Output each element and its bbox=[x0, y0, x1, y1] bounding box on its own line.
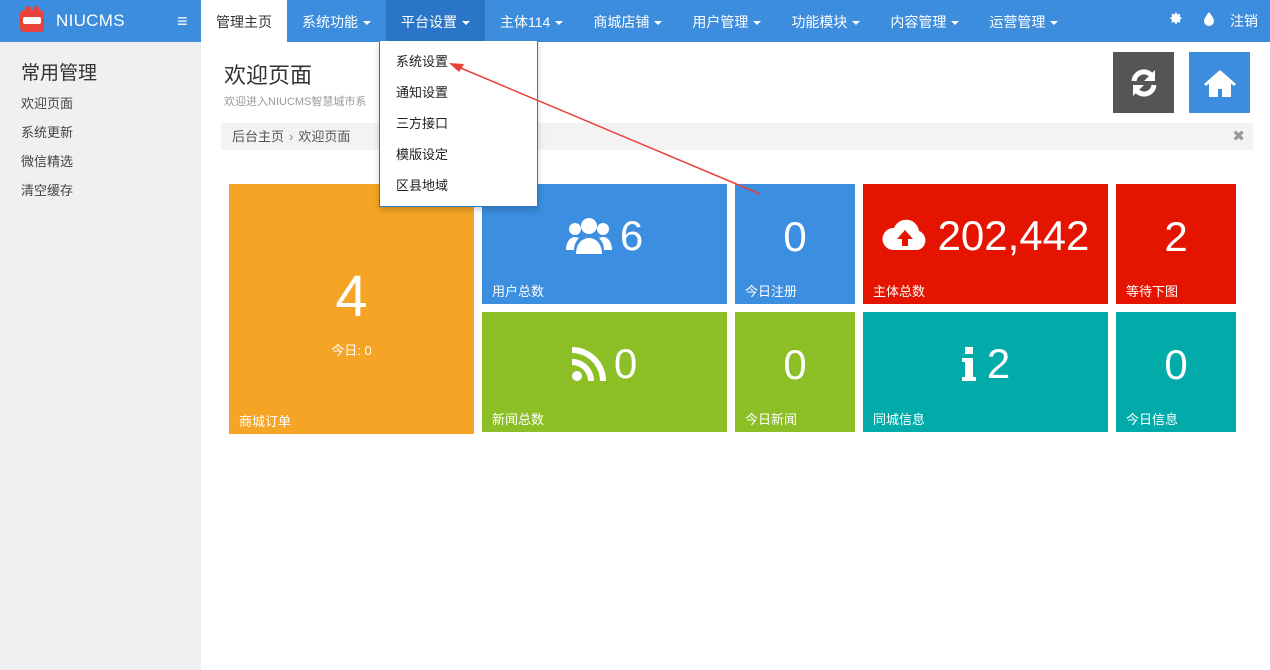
tile-label: 今日新闻 bbox=[745, 412, 798, 427]
home-button[interactable] bbox=[1189, 52, 1250, 113]
tile-label: 同城信息 bbox=[873, 412, 926, 427]
cloud-upload-icon bbox=[882, 219, 926, 250]
tile-value: 2 bbox=[1164, 213, 1188, 260]
hamburger-menu-icon[interactable]: ≡ bbox=[177, 12, 188, 30]
tile-label: 今日信息 bbox=[1126, 412, 1179, 427]
page-title: 欢迎页面 bbox=[224, 63, 313, 88]
tile-value: 4 bbox=[335, 264, 368, 329]
nav-item-function-modules[interactable]: 功能模块 bbox=[776, 0, 875, 42]
nav-item-subject-114[interactable]: 主体114 bbox=[485, 0, 578, 42]
sidebar-item-welcome[interactable]: 欢迎页面 bbox=[21, 93, 73, 122]
tile-info-today[interactable]: 0 今日信息 bbox=[1116, 312, 1236, 432]
sidebar-item-clear-cache[interactable]: 清空缓存 bbox=[21, 180, 73, 209]
droplet-icon[interactable] bbox=[1192, 11, 1226, 31]
tile-value: 202,442 bbox=[937, 212, 1090, 259]
logout-link[interactable]: 注销 bbox=[1226, 11, 1270, 31]
logo-icon bbox=[20, 6, 44, 32]
sidebar-heading: 常用管理 bbox=[21, 63, 98, 84]
caret-down-icon bbox=[753, 21, 762, 26]
gear-icon[interactable] bbox=[1158, 11, 1192, 31]
nav-item-operations-management[interactable]: 运营管理 bbox=[974, 0, 1073, 42]
tile-mall-orders[interactable]: 4 今日: 0 商城订单 bbox=[229, 184, 474, 434]
nav-item-platform-settings[interactable]: 平台设置 bbox=[386, 0, 485, 42]
breadcrumb-separator: › bbox=[289, 129, 294, 144]
tile-total-news[interactable]: 0 新闻总数 bbox=[482, 312, 727, 432]
tile-value: 0 bbox=[783, 213, 807, 260]
tile-label: 商城订单 bbox=[239, 414, 292, 429]
caret-down-icon bbox=[654, 21, 663, 26]
tile-value: 2 bbox=[986, 340, 1011, 387]
brand-name: NIUCMS bbox=[56, 11, 125, 30]
tile-label: 用户总数 bbox=[492, 284, 545, 299]
caret-down-icon bbox=[1050, 21, 1059, 26]
nav-item-mall-shops[interactable]: 商城店铺 bbox=[578, 0, 677, 42]
dropdown-item-system-settings[interactable]: 系统设置 bbox=[380, 46, 537, 77]
breadcrumb-home[interactable]: 后台主页 bbox=[232, 129, 284, 144]
caret-down-icon bbox=[462, 21, 470, 26]
main-nav: 管理主页 系统功能 平台设置 主体114 商城店铺 用户管理 功能模块 内容管理… bbox=[201, 0, 1073, 42]
tile-label: 等待下图 bbox=[1126, 284, 1179, 299]
tile-label: 今日注册 bbox=[745, 284, 798, 299]
breadcrumb: 后台主页 › 欢迎页面 ✖ bbox=[221, 123, 1253, 150]
close-icon[interactable]: ✖ bbox=[1232, 123, 1245, 150]
dropdown-item-template-settings[interactable]: 模版设定 bbox=[380, 139, 537, 170]
refresh-button[interactable] bbox=[1113, 52, 1174, 113]
sidebar-item-wechat-picks[interactable]: 微信精选 bbox=[21, 151, 73, 180]
sidebar: 常用管理 欢迎页面 系统更新 微信精选 清空缓存 bbox=[0, 42, 201, 670]
users-icon bbox=[565, 218, 612, 254]
nav-item-system-functions[interactable]: 系统功能 bbox=[287, 0, 386, 42]
tile-label: 新闻总数 bbox=[492, 412, 545, 427]
nav-item-user-management[interactable]: 用户管理 bbox=[677, 0, 776, 42]
nav-item-content-management[interactable]: 内容管理 bbox=[875, 0, 974, 42]
dropdown-item-county-regions[interactable]: 区县地域 bbox=[380, 170, 537, 201]
tile-registered-today[interactable]: 0 今日注册 bbox=[735, 184, 855, 304]
tile-label: 主体总数 bbox=[873, 284, 926, 299]
tile-news-today[interactable]: 0 今日新闻 bbox=[735, 312, 855, 432]
sidebar-item-system-update[interactable]: 系统更新 bbox=[21, 122, 73, 151]
page-subtitle: 欢迎进入NIUCMS智慧城市系 bbox=[224, 96, 367, 108]
top-navbar: NIUCMS ≡ 管理主页 系统功能 平台设置 主体114 商城店铺 用户管理 … bbox=[0, 0, 1270, 42]
info-icon bbox=[961, 347, 976, 381]
tile-total-subjects[interactable]: 202,442 主体总数 bbox=[863, 184, 1108, 304]
brand[interactable]: NIUCMS ≡ bbox=[0, 0, 201, 42]
caret-down-icon bbox=[363, 21, 371, 26]
rss-icon bbox=[571, 347, 606, 381]
tile-value: 6 bbox=[619, 212, 644, 259]
dropdown-item-third-party-api[interactable]: 三方接口 bbox=[380, 108, 537, 139]
breadcrumb-current: 欢迎页面 bbox=[298, 129, 351, 144]
caret-down-icon bbox=[555, 21, 564, 26]
topbar-actions: 注销 bbox=[1158, 0, 1270, 42]
tile-city-info[interactable]: 2 同城信息 bbox=[863, 312, 1108, 432]
caret-down-icon bbox=[951, 21, 960, 26]
tile-value: 0 bbox=[613, 340, 638, 387]
platform-settings-dropdown: 系统设置 通知设置 三方接口 模版设定 区县地域 bbox=[379, 41, 538, 207]
caret-down-icon bbox=[852, 21, 861, 26]
home-icon bbox=[1203, 69, 1236, 97]
tile-today: 今日: 0 bbox=[331, 343, 372, 358]
dropdown-item-notification-settings[interactable]: 通知设置 bbox=[380, 77, 537, 108]
tile-pending-download[interactable]: 2 等待下图 bbox=[1116, 184, 1236, 304]
refresh-icon bbox=[1131, 68, 1156, 97]
tile-value: 0 bbox=[1164, 341, 1188, 388]
tile-value: 0 bbox=[783, 341, 807, 388]
nav-item-dashboard[interactable]: 管理主页 bbox=[201, 0, 287, 42]
